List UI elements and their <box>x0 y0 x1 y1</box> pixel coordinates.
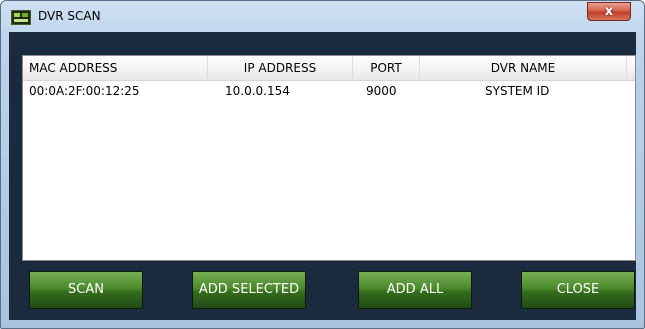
list-header: MAC ADDRESS IP ADDRESS PORT DVR NAME <box>23 56 635 81</box>
window-close-button[interactable]: x <box>587 2 631 21</box>
table-row[interactable]: 00:0A:2F:00:12:25 10.0.0.154 9000 SYSTEM… <box>23 81 635 101</box>
cell-port: 9000 <box>366 84 397 98</box>
title-bar[interactable]: DVR SCAN x <box>1 1 644 32</box>
column-header-dvr-name[interactable]: DVR NAME <box>420 56 627 80</box>
close-button[interactable]: CLOSE <box>521 271 635 309</box>
window-title: DVR SCAN <box>38 9 101 23</box>
close-icon: x <box>604 4 614 19</box>
column-header-port[interactable]: PORT <box>353 56 420 80</box>
dvr-app-icon <box>11 10 31 25</box>
add-selected-button[interactable]: ADD SELECTED <box>192 271 306 309</box>
scan-button[interactable]: SCAN <box>29 271 143 309</box>
dvr-list[interactable]: MAC ADDRESS IP ADDRESS PORT DVR NAME 00:… <box>22 55 636 261</box>
add-all-button[interactable]: ADD ALL <box>358 271 472 309</box>
dvr-scan-window: DVR SCAN x MAC ADDRESS IP ADDRESS PORT D… <box>0 0 645 329</box>
cell-ip-address: 10.0.0.154 <box>225 84 290 98</box>
column-header-ip-address[interactable]: IP ADDRESS <box>208 56 353 80</box>
cell-mac-address: 00:0A:2F:00:12:25 <box>29 84 140 98</box>
column-header-mac-address[interactable]: MAC ADDRESS <box>23 56 208 80</box>
cell-dvr-name: SYSTEM ID <box>485 84 550 98</box>
